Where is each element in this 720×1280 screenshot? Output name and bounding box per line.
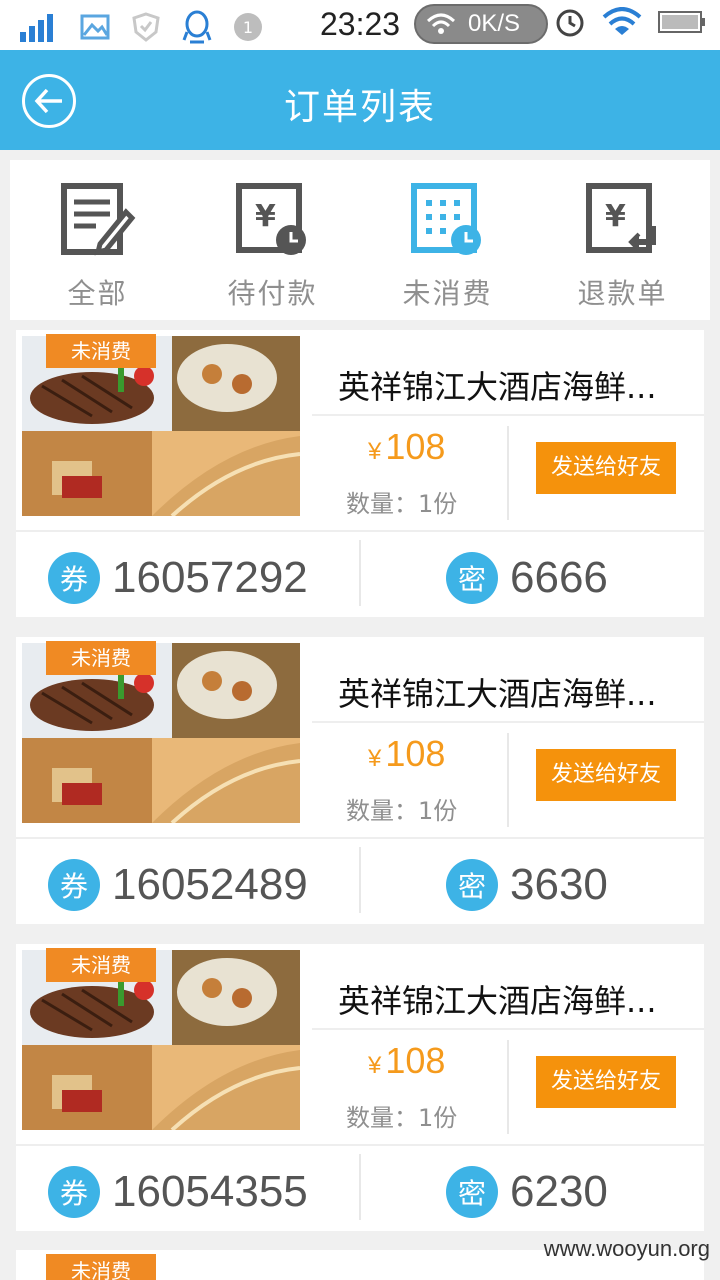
divider [312,721,704,723]
divider [359,847,361,913]
currency-symbol: ¥ [368,438,382,465]
password-icon: 密 [446,859,498,911]
tab-label: 全部 [67,277,128,310]
wifi-icon [426,13,456,34]
order-filter-tabs: 全部 ¥ 待付款 未消费 ¥ 退款单 [10,160,710,320]
divider [359,1154,361,1220]
watermark: www.wooyun.org [543,1236,710,1261]
svg-text:¥: ¥ [605,199,626,234]
coupon-code: 券 16052489 [48,859,308,911]
currency-symbol: ¥ [368,745,382,772]
page-title: 订单列表 [283,87,436,128]
order-quantity: 数量：1份 [346,797,458,825]
password-number: 6666 [510,553,608,602]
refund-icon: ¥ [585,183,656,253]
divider [359,540,361,606]
order-card[interactable]: 未消费 英祥锦江大酒店海鲜... ¥108 数量：1份 发送给好友 券 1605… [16,330,704,617]
price-value: 108 [385,733,446,774]
net-speed: 0K/S [468,10,521,37]
password-code: 密 3630 [446,859,608,911]
tab-refund[interactable]: ¥ 退款单 [535,160,710,320]
gallery-icon [80,14,110,40]
status-bar: 1 23:23 0K/S [0,0,720,50]
status-badge: 未消费 [46,334,156,368]
coupon-icon: 券 [48,552,100,604]
order-title: 英祥锦江大酒店海鲜... [338,982,657,1020]
send-to-friend-button[interactable]: 发送给好友 [536,1056,676,1108]
alarm-icon [556,9,584,37]
price-value: 108 [385,426,446,467]
divider [16,530,704,532]
password-icon: 密 [446,552,498,604]
unconsumed-icon [410,183,481,255]
order-title: 英祥锦江大酒店海鲜... [338,675,657,713]
price-value: 108 [385,1040,446,1081]
net-speed-indicator: 0K/S [414,4,548,44]
password-code: 密 6230 [446,1166,608,1218]
clock: 23:23 [320,6,401,42]
tab-label: 退款单 [577,277,668,310]
tab-label: 待付款 [227,277,318,310]
coupon-number: 16054355 [112,1167,308,1216]
status-badge: 未消费 [46,641,156,675]
battery-icon [658,11,705,33]
send-to-friend-button[interactable]: 发送给好友 [536,442,676,494]
order-price: ¥108 [368,733,445,775]
status-badge: 未消费 [46,948,156,982]
notification-count: 1 [242,17,254,37]
divider [312,1028,704,1030]
divider [16,1144,704,1146]
coupon-icon: 券 [48,1166,100,1218]
svg-text:¥: ¥ [255,199,276,234]
order-title: 英祥锦江大酒店海鲜... [338,368,657,406]
divider [312,414,704,416]
send-to-friend-button[interactable]: 发送给好友 [536,749,676,801]
tab-pending-payment[interactable]: ¥ 待付款 [185,160,360,320]
order-quantity: 数量：1份 [346,490,458,518]
password-number: 3630 [510,860,608,909]
divider [16,837,704,839]
qq-icon [182,10,212,44]
order-card[interactable]: 未消费 英祥锦江大酒店海鲜... ¥108 数量：1份 发送给好友 券 1605… [16,944,704,1231]
divider [507,426,509,520]
shield-icon [132,12,160,42]
password-number: 6230 [510,1167,608,1216]
password-icon: 密 [446,1166,498,1218]
coupon-code: 券 16054355 [48,1166,308,1218]
coupon-icon: 券 [48,859,100,911]
order-price: ¥108 [368,1040,445,1082]
order-card[interactable]: 未消费 英祥锦江大酒店海鲜... ¥108 数量：1份 发送给好友 券 1605… [16,637,704,924]
app-header: 订单列表 [0,50,720,150]
status-badge: 未消费 [46,1254,156,1280]
order-list-icon [60,183,135,256]
coupon-number: 16052489 [112,860,308,909]
password-code: 密 6666 [446,552,608,604]
coupon-code: 券 16057292 [48,552,308,604]
tab-label: 未消费 [402,277,493,310]
currency-symbol: ¥ [368,1052,382,1079]
notification-icon: 1 [234,13,262,41]
divider [507,1040,509,1134]
wifi-icon [602,7,642,35]
divider [507,733,509,827]
tab-unconsumed[interactable]: 未消费 [360,160,535,320]
coupon-number: 16057292 [112,553,308,602]
tab-all[interactable]: 全部 [10,160,185,320]
order-quantity: 数量：1份 [346,1104,458,1132]
pending-payment-icon: ¥ [235,183,306,255]
order-price: ¥108 [368,426,445,468]
signal-icon [20,14,53,42]
